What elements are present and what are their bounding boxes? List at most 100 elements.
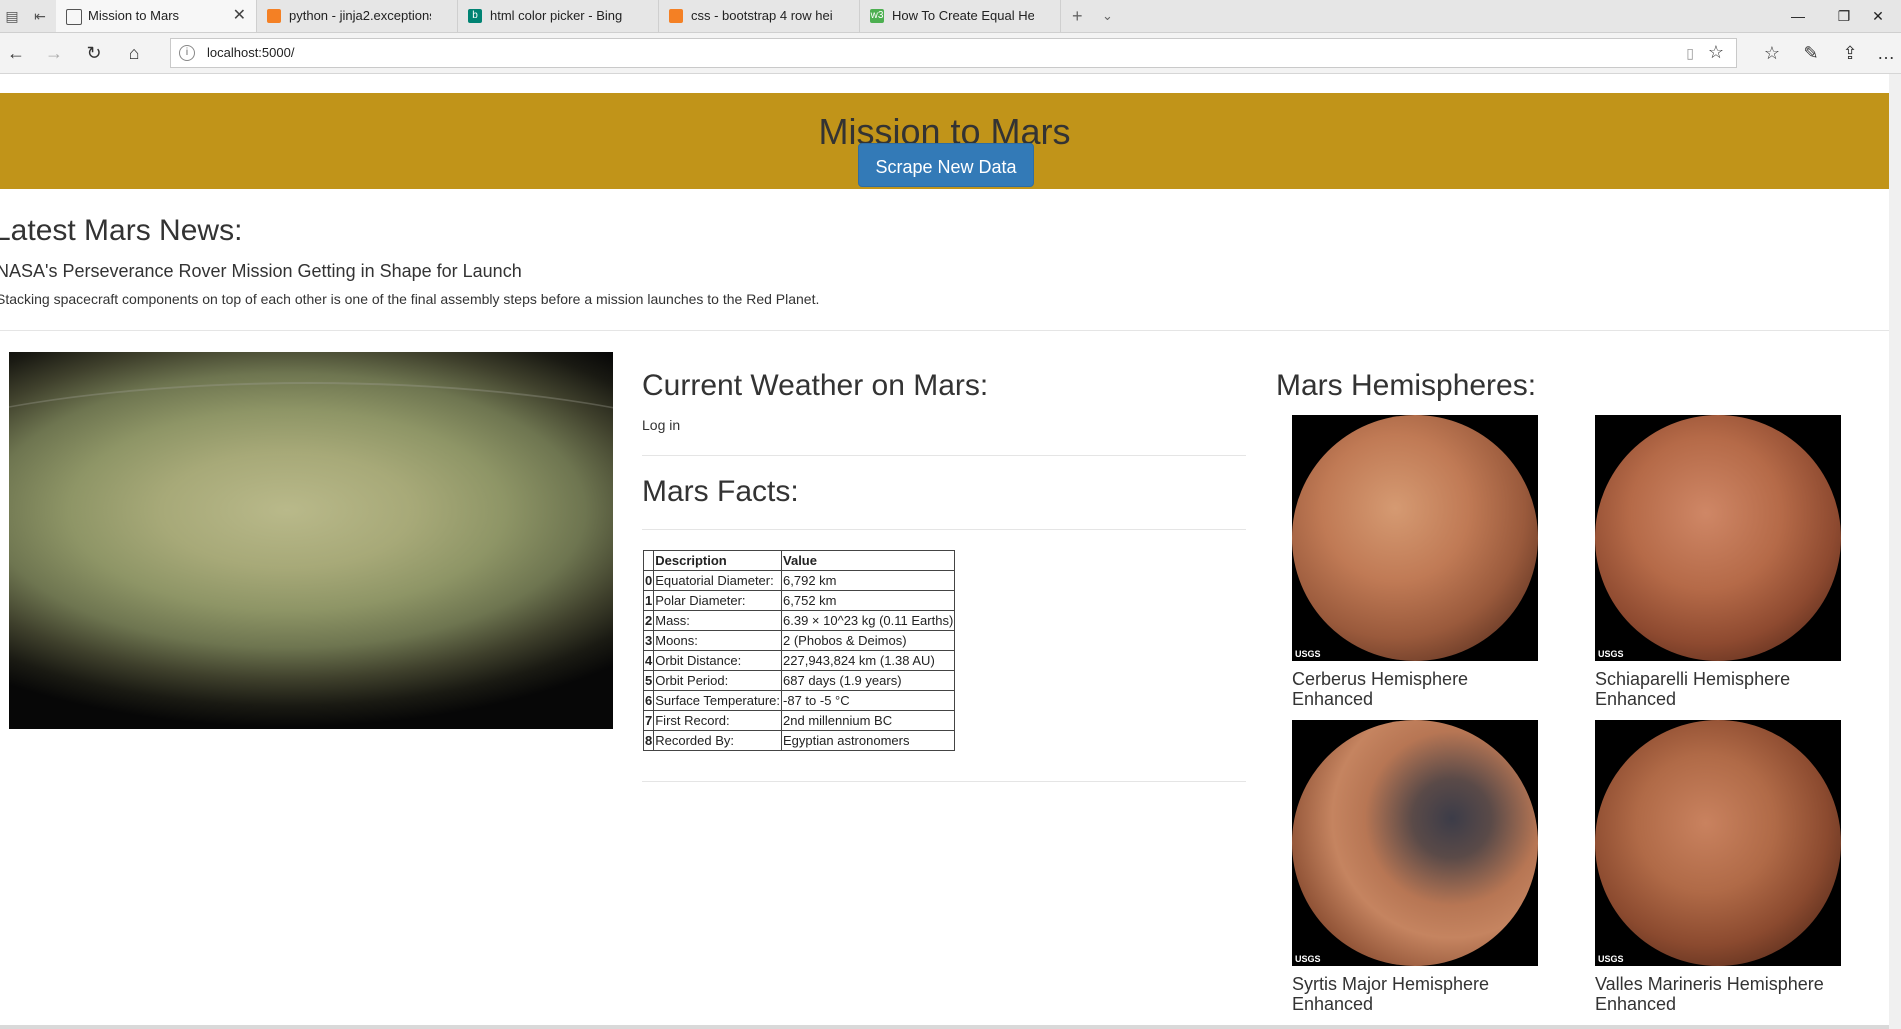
usgs-logo: USGS <box>1598 649 1624 659</box>
info-icon[interactable]: i <box>179 45 195 61</box>
row-index: 7 <box>642 710 655 731</box>
fact-description: Equatorial Diameter: <box>653 570 783 591</box>
divider <box>642 455 1246 456</box>
fact-value: 687 days (1.9 years) <box>781 670 956 691</box>
page-icon <box>66 9 82 25</box>
browser-tab[interactable]: w3 How To Create Equal Heigh <box>860 0 1061 32</box>
divider <box>642 529 1246 530</box>
stackoverflow-icon <box>669 9 683 23</box>
row-index: 3 <box>642 630 655 651</box>
fact-description: Moons: <box>653 630 783 651</box>
weather-text: Log in <box>642 417 681 433</box>
usgs-logo: USGS <box>1295 649 1321 659</box>
row-index: 5 <box>642 670 655 691</box>
hemisphere-title: Valles Marineris Hemisphere Enhanced <box>1595 974 1824 1014</box>
hemisphere-image: USGS <box>1292 415 1538 661</box>
table-row: 3 Moons: 2 (Phobos & Deimos) <box>642 630 956 651</box>
hemisphere-card: USGS Valles Marineris Hemisphere Enhance… <box>1595 720 1855 1014</box>
fact-value: Egyptian astronomers <box>781 730 956 751</box>
tab-strip: ▤ ⇤ Mission to Mars ✕ python - jinja2.ex… <box>0 0 1901 33</box>
set-aside-tabs-icon[interactable]: ⇤ <box>32 8 48 24</box>
news-title: NASA's Perseverance Rover Mission Gettin… <box>0 261 522 281</box>
tab-manager-icon[interactable]: ▤ <box>4 8 20 24</box>
fact-description: Surface Temperature: <box>653 690 783 711</box>
usgs-logo: USGS <box>1295 954 1321 964</box>
row-index: 6 <box>642 690 655 711</box>
fact-value: 227,943,824 km (1.38 AU) <box>781 650 956 671</box>
browser-tab[interactable]: b html color picker - Bing <box>458 0 659 32</box>
table-row: 8 Recorded By: Egyptian astronomers <box>642 730 956 751</box>
stackoverflow-icon <box>267 9 281 23</box>
facts-heading: Mars Facts: <box>642 475 799 508</box>
vertical-scrollbar[interactable] <box>1889 74 1901 1029</box>
table-row: 1 Polar Diameter: 6,752 km <box>642 590 956 611</box>
fact-description: Orbit Period: <box>653 670 783 691</box>
minimize-icon[interactable]: — <box>1775 0 1821 32</box>
table-row: 0 Equatorial Diameter: 6,792 km <box>642 570 956 591</box>
hemisphere-card: USGS Cerberus Hemisphere Enhanced <box>1292 415 1552 709</box>
more-icon[interactable]: … <box>1872 39 1900 67</box>
tab-label: html color picker - Bing <box>490 8 623 23</box>
scrape-new-data-button[interactable]: Scrape New Data <box>858 143 1034 187</box>
table-header <box>642 550 655 571</box>
fact-description: Recorded By: <box>653 730 783 751</box>
hemisphere-image: USGS <box>1595 720 1841 966</box>
hemisphere-card: USGS Schiaparelli Hemisphere Enhanced <box>1595 415 1855 709</box>
navigation-bar: ← → ↻ ⌂ i localhost:5000/ ▯ ☆ ☆ ✎ ⇪ … <box>0 33 1901 74</box>
mars-globe <box>1595 415 1841 661</box>
tab-actions: ▤ ⇤ <box>0 0 56 32</box>
pen-icon[interactable]: ✎ <box>1797 39 1825 67</box>
page-viewport: Mission to Mars Scrape New Data Latest M… <box>0 74 1889 1029</box>
horizontal-scrollbar[interactable] <box>0 1025 1889 1029</box>
address-bar[interactable]: i localhost:5000/ ▯ ☆ <box>170 38 1737 68</box>
mars-globe <box>1292 415 1538 661</box>
bing-icon: b <box>468 9 482 23</box>
favorites-hub-icon[interactable]: ☆ <box>1758 39 1786 67</box>
fact-description: Mass: <box>653 610 783 631</box>
favorite-star-icon[interactable]: ☆ <box>1708 42 1724 63</box>
browser-tab-active[interactable]: Mission to Mars ✕ <box>56 0 257 32</box>
close-window-icon[interactable]: ✕ <box>1855 0 1901 32</box>
share-icon[interactable]: ⇪ <box>1836 39 1864 67</box>
mars-facts-table: Description Value 0 Equatorial Diameter: 6… <box>642 550 956 751</box>
fact-value: 6,752 km <box>781 590 956 611</box>
table-header: Value <box>781 550 956 571</box>
url-text[interactable]: localhost:5000/ <box>207 39 294 67</box>
table-row: 4 Orbit Distance: 227,943,824 km (1.38 AU) <box>642 650 956 671</box>
tab-label: Mission to Mars <box>88 8 180 23</box>
hemisphere-title: Schiaparelli Hemisphere Enhanced <box>1595 669 1791 709</box>
back-icon[interactable]: ← <box>2 39 30 67</box>
fact-description: Polar Diameter: <box>653 590 783 611</box>
usgs-logo: USGS <box>1598 954 1624 964</box>
reading-view-icon[interactable]: ▯ <box>1686 45 1694 62</box>
new-tab-icon[interactable]: + <box>1072 0 1083 32</box>
refresh-icon[interactable]: ↻ <box>80 39 108 67</box>
hemisphere-title: Cerberus Hemisphere Enhanced <box>1292 669 1469 709</box>
tab-preview-chevron-icon[interactable]: ⌄ <box>1102 0 1113 32</box>
row-index: 4 <box>642 650 655 671</box>
fact-value: 6,792 km <box>781 570 956 591</box>
close-tab-icon[interactable]: ✕ <box>233 0 246 32</box>
mars-globe <box>1292 720 1538 966</box>
fact-description: Orbit Distance: <box>653 650 783 671</box>
featured-mars-image <box>9 352 613 729</box>
fact-value: -87 to -5 °C <box>781 690 956 711</box>
home-icon[interactable]: ⌂ <box>120 39 148 67</box>
hemisphere-image: USGS <box>1595 415 1841 661</box>
forward-icon[interactable]: → <box>40 39 68 67</box>
hemisphere-card: USGS Syrtis Major Hemisphere Enhanced <box>1292 720 1552 1014</box>
browser-tab[interactable]: python - jinja2.exceptions.Te <box>257 0 458 32</box>
divider <box>642 781 1246 782</box>
fact-description: First Record: <box>653 710 783 731</box>
hemispheres-heading: Mars Hemispheres: <box>1276 369 1537 402</box>
browser-tab[interactable]: css - bootstrap 4 row heigh <box>659 0 860 32</box>
hemisphere-image: USGS <box>1292 720 1538 966</box>
mars-globe <box>1595 720 1841 966</box>
row-index: 0 <box>642 570 655 591</box>
row-index: 1 <box>642 590 655 611</box>
divider <box>0 330 1889 331</box>
news-paragraph: Stacking spacecraft components on top of… <box>0 291 820 307</box>
table-header: Description <box>653 550 783 571</box>
tab-label: python - jinja2.exceptions.Te <box>289 8 431 23</box>
table-row: 7 First Record: 2nd millennium BC <box>642 710 956 731</box>
